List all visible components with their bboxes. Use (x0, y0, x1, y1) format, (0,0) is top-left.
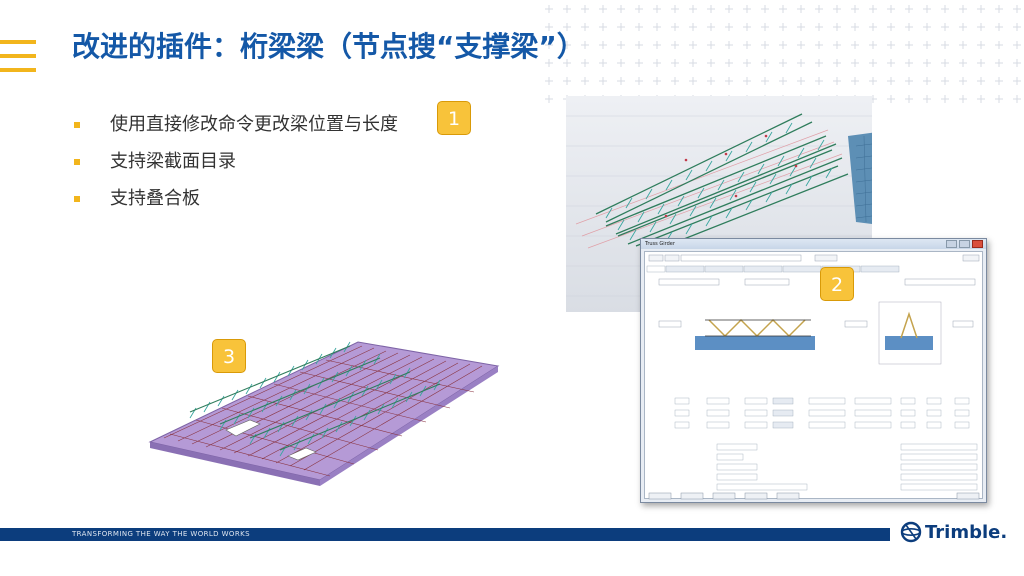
slide-title: 改进的插件：桁梁梁（节点搜“支撑梁”） (72, 30, 585, 63)
footer-tagline: TRANSFORMING THE WAY THE WORLD WORKS (72, 530, 250, 538)
callout-badge-3: 3 (212, 339, 246, 373)
bullet-item: 支持梁截面目录 (70, 149, 398, 186)
dialog-titlebar: Truss Girder (641, 239, 986, 249)
dialog-content (644, 251, 983, 500)
maximize-icon[interactable] (959, 240, 970, 248)
bullet-list: 使用直接修改命令更改梁位置与长度 支持梁截面目录 支持叠合板 (70, 112, 398, 223)
bullet-item: 支持叠合板 (70, 186, 398, 223)
trimble-wordmark: Trimble. (925, 521, 1008, 543)
truss-girder-dialog: Truss Girder (640, 238, 987, 503)
callout-badge-2: 2 (820, 267, 854, 301)
close-icon[interactable] (972, 240, 983, 248)
trimble-globe-icon (900, 521, 922, 543)
minimize-icon[interactable] (946, 240, 957, 248)
slab-model-image (140, 326, 510, 496)
menu-icon (0, 40, 36, 74)
background-cross-pattern (540, 0, 1024, 110)
dialog-title: Truss Girder (645, 241, 675, 247)
callout-badge-1: 1 (437, 101, 471, 135)
dialog-form-graphic (646, 254, 980, 500)
trimble-logo: Trimble. (900, 521, 1007, 543)
bullet-item: 使用直接修改命令更改梁位置与长度 (70, 112, 398, 149)
